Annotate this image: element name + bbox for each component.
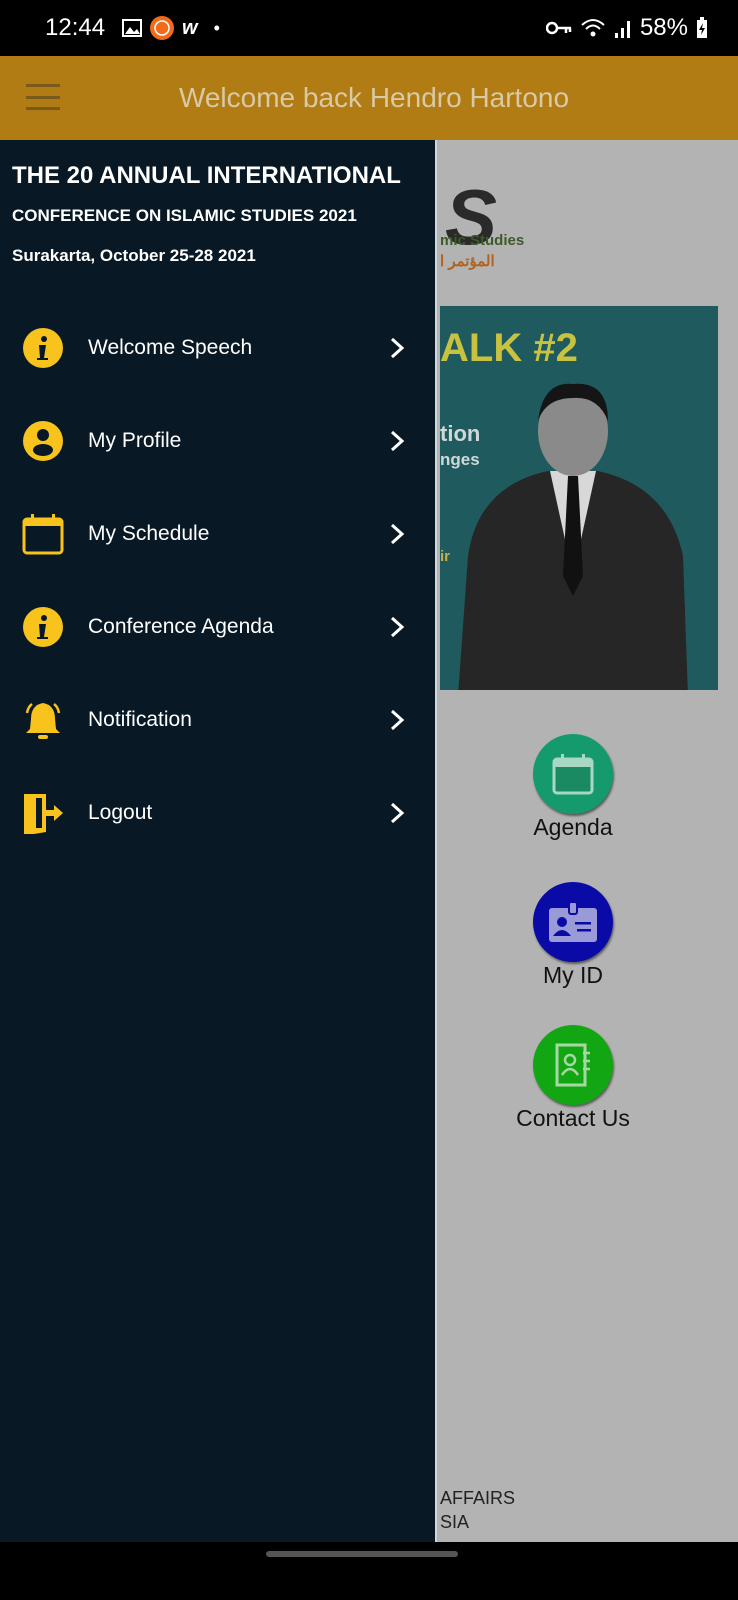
logout-icon xyxy=(24,793,63,834)
drawer-item-my-schedule[interactable]: My Schedule xyxy=(0,487,435,580)
my-id-label: My ID xyxy=(542,962,604,988)
drawer-item-label: My Schedule xyxy=(88,521,210,545)
battery-icon xyxy=(697,17,707,38)
signal-icon xyxy=(614,21,630,38)
chevron-right-icon xyxy=(390,523,405,544)
chevron-right-icon xyxy=(390,337,405,358)
logo-text-en: mic Studies xyxy=(440,232,525,249)
info-icon xyxy=(23,327,63,368)
contact-book-icon xyxy=(533,1025,613,1105)
contact-us-tile[interactable]: Contact Us xyxy=(516,1025,630,1131)
agenda-label: Agenda xyxy=(533,814,613,840)
drawer-subtitle: CONFERENCE ON ISLAMIC STUDIES 2021 xyxy=(12,206,357,225)
home-gesture-handle[interactable] xyxy=(266,1551,458,1557)
drawer-item-welcome-speech[interactable]: Welcome Speech xyxy=(0,301,435,394)
gallery-icon xyxy=(122,19,142,37)
my-id-tile[interactable]: My ID xyxy=(533,882,613,988)
welcome-title: Welcome back Hendro Hartono xyxy=(178,82,570,113)
banner-text: ir xyxy=(440,548,451,565)
drawer-item-label: Conference Agenda xyxy=(88,614,274,638)
drawer-item-notification[interactable]: Notification xyxy=(0,673,435,766)
clock: 12:44 xyxy=(45,14,106,41)
calendar-icon xyxy=(533,734,613,814)
drawer-title: THE 20 ANNUAL INTERNATIONAL xyxy=(12,162,401,189)
user-icon xyxy=(23,420,63,461)
banner-title: ALK #2 xyxy=(440,326,578,370)
footer-text: AFFAIRS xyxy=(440,1488,516,1508)
drawer-item-my-profile[interactable]: My Profile xyxy=(0,394,435,487)
drawer-item-conference-agenda[interactable]: Conference Agenda xyxy=(0,580,435,673)
info-icon xyxy=(23,606,63,647)
agenda-tile[interactable]: Agenda xyxy=(533,734,613,840)
chevron-right-icon xyxy=(390,709,405,730)
chevron-right-icon xyxy=(390,430,405,451)
footer-text: SIA xyxy=(440,1512,470,1532)
system-nav-bar xyxy=(0,1542,738,1600)
dot-icon: • xyxy=(213,17,220,38)
w-app-icon: w xyxy=(182,16,198,39)
chevron-right-icon xyxy=(390,616,405,637)
navigation-drawer: THE 20 ANNUAL INTERNATIONAL CONFERENCE O… xyxy=(0,140,437,1542)
drawer-item-label: Welcome Speech xyxy=(88,335,253,359)
contact-us-label: Contact Us xyxy=(516,1105,630,1131)
logo-text-ar: المؤتمر ا xyxy=(440,253,495,270)
drawer-date: Surakarta, October 25-28 2021 xyxy=(12,246,256,265)
id-card-icon xyxy=(533,882,613,962)
calendar-icon xyxy=(22,513,64,554)
speaker-banner[interactable]: ALK #2 tion nges ir xyxy=(440,306,718,690)
chevron-right-icon xyxy=(390,802,405,823)
drawer-item-label: Logout xyxy=(88,800,153,824)
key-icon xyxy=(545,21,572,35)
speaker-photo xyxy=(458,383,688,690)
battery-percent: 58% xyxy=(639,14,688,41)
wifi-icon xyxy=(581,19,605,37)
drawer-item-logout[interactable]: Logout xyxy=(0,766,435,859)
bell-icon xyxy=(25,702,61,739)
mi-app-icon xyxy=(150,16,174,40)
drawer-item-label: Notification xyxy=(88,707,192,731)
app-bar: Welcome back Hendro Hartono xyxy=(0,56,738,140)
status-bar: 12:44 w • 58% xyxy=(0,0,738,56)
drawer-item-label: My Profile xyxy=(88,428,182,452)
conference-logo: S xyxy=(445,173,498,261)
